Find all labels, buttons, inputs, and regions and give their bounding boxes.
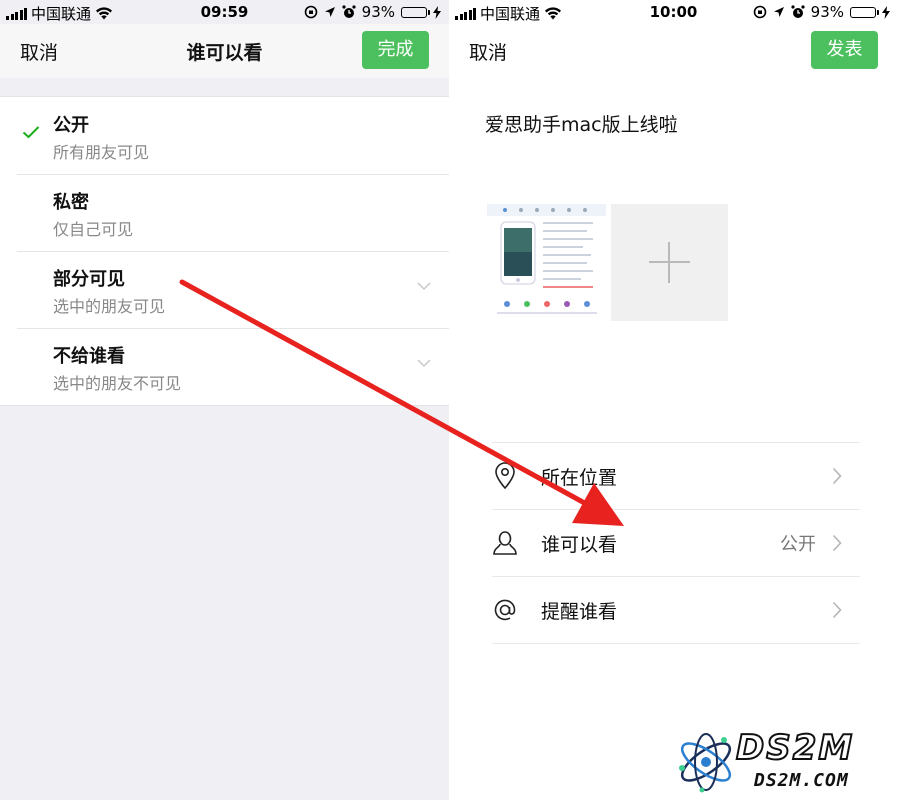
watermark-brand: DS2M — [735, 727, 855, 769]
option-title: 不给谁看 — [53, 346, 125, 367]
option-subtitle: 选中的朋友不可见 — [53, 374, 182, 393]
row-location[interactable]: 所在位置 — [492, 443, 860, 510]
watermark-logo: DS2M DS2M.COM — [674, 727, 888, 796]
post-text-input[interactable]: 爱思助手mac版上线啦 — [485, 110, 678, 137]
battery-percent: 93% — [810, 3, 844, 21]
plus-icon-vertical — [668, 242, 670, 283]
who-can-see-screen: 中国联通 09:59 93% 取消 谁可以看 完成 公开 所有朋友可见 私密 仅… — [0, 0, 449, 800]
orientation-lock-icon — [753, 5, 766, 19]
navigation-bar: 取消 谁可以看 完成 — [0, 24, 449, 78]
battery-icon — [850, 6, 879, 18]
compose-moment-screen: 中国联通 10:00 93% 取消 发表 爱思助手mac版上线啦 所在位置 谁可… — [449, 0, 898, 800]
image-thumbnail[interactable] — [487, 204, 606, 321]
option-subtitle: 选中的朋友可见 — [53, 297, 166, 316]
status-bar: 中国联通 10:00 93% — [449, 0, 898, 24]
chevron-down-icon — [417, 359, 431, 368]
row-who-can-see[interactable]: 谁可以看 公开 — [492, 510, 860, 577]
charging-bolt-icon — [433, 5, 441, 19]
chevron-right-icon — [832, 601, 842, 619]
option-title: 部分可见 — [53, 269, 125, 290]
orientation-lock-icon — [304, 5, 317, 19]
row-label: 谁可以看 — [541, 534, 618, 556]
location-pin-icon — [495, 462, 515, 490]
at-sign-icon — [494, 599, 516, 621]
battery-icon — [401, 6, 430, 18]
row-label: 提醒谁看 — [541, 601, 618, 623]
status-right-group: 93% — [753, 3, 890, 21]
option-title: 公开 — [53, 115, 89, 136]
option-subtitle: 仅自己可见 — [53, 220, 134, 239]
post-options-list: 所在位置 谁可以看 公开 提醒谁看 — [492, 442, 860, 644]
location-arrow-icon — [324, 7, 335, 17]
app-screenshot-image — [487, 204, 606, 321]
status-bar: 中国联通 09:59 93% — [0, 0, 449, 24]
navigation-bar: 取消 发表 — [449, 24, 898, 78]
post-button[interactable]: 发表 — [811, 31, 878, 69]
option-hide-from[interactable]: 不给谁看 选中的朋友不可见 — [0, 328, 449, 405]
chevron-right-icon — [832, 467, 842, 485]
done-button[interactable]: 完成 — [362, 31, 429, 69]
cancel-button[interactable]: 取消 — [469, 38, 507, 65]
visibility-options-list: 公开 所有朋友可见 私密 仅自己可见 部分可见 选中的朋友可见 不给谁看 选中的… — [0, 96, 449, 406]
row-value: 公开 — [780, 534, 816, 555]
alarm-icon — [791, 5, 805, 18]
row-remind[interactable]: 提醒谁看 — [492, 577, 860, 644]
option-title: 私密 — [53, 192, 89, 213]
location-arrow-icon — [773, 7, 784, 17]
battery-percent: 93% — [361, 3, 395, 21]
atom-logo-icon — [679, 733, 732, 793]
watermark-domain: DS2M.COM — [754, 770, 849, 791]
status-right-group: 93% — [304, 3, 441, 21]
charging-bolt-icon — [882, 5, 890, 19]
row-label: 所在位置 — [541, 467, 618, 489]
option-public[interactable]: 公开 所有朋友可见 — [0, 97, 449, 174]
alarm-icon — [342, 5, 356, 18]
checkmark-icon — [22, 126, 40, 139]
chevron-down-icon — [417, 282, 431, 291]
option-partially-visible[interactable]: 部分可见 选中的朋友可见 — [0, 251, 449, 328]
chevron-right-icon — [832, 534, 842, 552]
option-subtitle: 所有朋友可见 — [53, 143, 150, 162]
add-image-button[interactable] — [611, 204, 728, 321]
person-icon — [493, 531, 517, 555]
option-private[interactable]: 私密 仅自己可见 — [0, 174, 449, 251]
